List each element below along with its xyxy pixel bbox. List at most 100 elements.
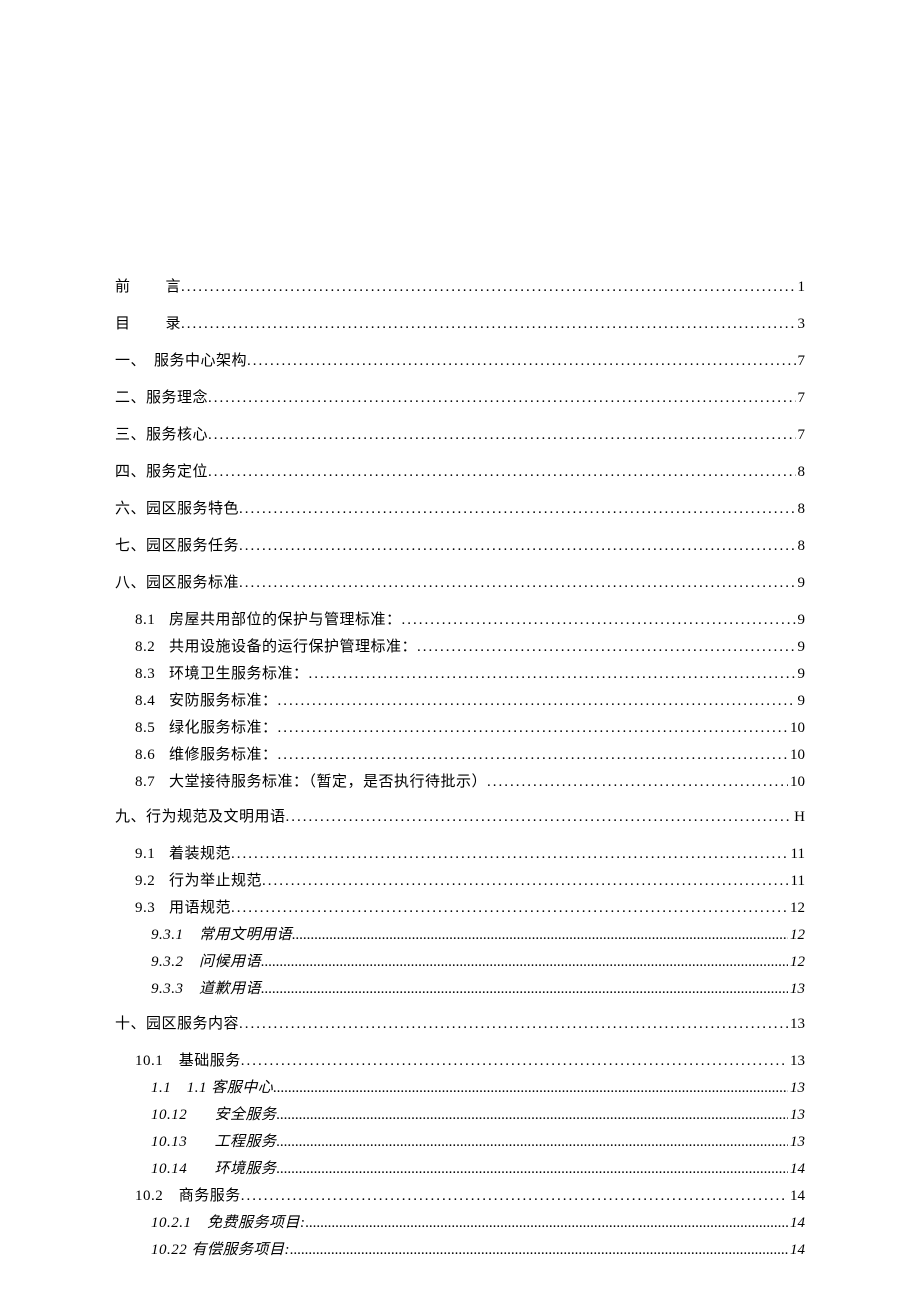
toc-entry-label: 十、园区服务内容 [115, 1012, 239, 1033]
toc-entry-page: 13 [788, 981, 805, 998]
toc-entry: 9.3用语规范 12 [115, 896, 805, 917]
toc-entry: 9.3.3道歉用语 13 [115, 977, 805, 998]
toc-leader-dots [277, 1161, 788, 1178]
toc-entry: 8.3环境卫生服务标准： 9 [115, 662, 805, 683]
toc-entry-label: 八、园区服务标准 [115, 571, 239, 592]
toc-entry-page: 9 [796, 612, 806, 629]
page: 前 言1目 录3一、 服务中心架构7二、服务理念 7三、服务核心 7四、服务定位… [0, 0, 920, 1301]
toc-entry-page: 9 [796, 666, 806, 683]
toc-entry-label: 9.3用语规范 [135, 896, 231, 917]
toc-entry: 10.2.1 免费服务项目: 14 [115, 1211, 805, 1232]
toc-entry-label: 8.3环境卫生服务标准： [135, 662, 309, 683]
toc-entry-page: 11 [789, 873, 805, 890]
toc-entry-page: 8 [796, 464, 806, 481]
toc-entry: 10.1 基础服务 13 [115, 1049, 805, 1070]
toc-entry-page: 8 [796, 501, 806, 518]
toc-entry-label: 一、 服务中心架构 [115, 349, 247, 370]
toc-entry-page: 10 [788, 720, 805, 737]
toc-entry: 七、园区服务任务 8 [115, 534, 805, 555]
toc-entry-label: 8.4安防服务标准： [135, 689, 278, 710]
toc-entry-label: 9.3.3道歉用语 [151, 977, 261, 998]
toc-entry: 六、园区服务特色 8 [115, 497, 805, 518]
toc-entry: 9.3.1常用文明用语 12 [115, 923, 805, 944]
toc-entry: 目 录3 [115, 312, 805, 333]
toc-entry-label: 目 录 [115, 312, 181, 333]
toc-entry: 前 言1 [115, 275, 805, 296]
toc-entry-page: 13 [788, 1107, 805, 1124]
toc-entry: 四、服务定位 8 [115, 460, 805, 481]
toc-entry-label: 三、服务核心 [115, 423, 208, 444]
toc-entry: 10.12 安全服务 13 [115, 1103, 805, 1124]
toc-entry: 二、服务理念 7 [115, 386, 805, 407]
toc-entry: 10.14 环境服务14 [115, 1157, 805, 1178]
toc-leader-dots [277, 1107, 788, 1124]
toc-entry-label: 9.3.1常用文明用语 [151, 923, 292, 944]
toc-entry-label: 8.1房屋共用部位的保护与管理标准： [135, 608, 402, 629]
toc-entry-label: 10.12 安全服务 [151, 1103, 277, 1124]
toc-entry-page: 8 [796, 538, 806, 555]
toc-entry-page: 9 [796, 575, 806, 592]
toc-entry-page: 14 [788, 1188, 805, 1205]
toc-entry-page: 7 [796, 390, 806, 407]
toc-entry-page: 10 [788, 774, 805, 791]
toc-leader-dots [247, 353, 795, 370]
toc-leader-dots [261, 954, 788, 971]
toc-leader-dots [239, 1016, 788, 1033]
toc-entry-label: 10.2.1 免费服务项目: [151, 1211, 306, 1232]
toc-entry-label: 8.6维修服务标准： [135, 743, 278, 764]
toc-entry-label: 七、园区服务任务 [115, 534, 239, 555]
toc-entry-page: 10 [788, 747, 805, 764]
toc-leader-dots [292, 927, 788, 944]
toc-entry-page: 7 [796, 353, 806, 370]
toc-entry: 三、服务核心 7 [115, 423, 805, 444]
toc-entry-page: 13 [788, 1080, 805, 1097]
toc-leader-dots [231, 900, 788, 917]
toc-entry-page: 1 [796, 279, 806, 296]
toc-entry-label: 9.2行为举止规范 [135, 869, 262, 890]
toc-entry-label: 8.2共用设施设备的运行保护管理标准： [135, 635, 417, 656]
toc-leader-dots [208, 427, 795, 444]
toc-entry-label: 10.13 工程服务 [151, 1130, 277, 1151]
toc-entry: 10.22 有偿服务项目: 14 [115, 1238, 805, 1259]
toc-entry-page: 12 [788, 900, 805, 917]
toc-entry: 8.1房屋共用部位的保护与管理标准： 9 [115, 608, 805, 629]
toc-entry: 8.4安防服务标准： 9 [115, 689, 805, 710]
toc-entry-label: 六、园区服务特色 [115, 497, 239, 518]
toc-entry-page: 11 [789, 846, 805, 863]
toc-entry: 8.6维修服务标准： 10 [115, 743, 805, 764]
toc-entry-page: 12 [788, 954, 805, 971]
toc-entry-page: H [792, 809, 805, 826]
toc-entry: 八、园区服务标准 9 [115, 571, 805, 592]
toc-leader-dots [239, 538, 795, 555]
toc-entry-label: 9.1着装规范 [135, 842, 231, 863]
toc-leader-dots [417, 639, 795, 656]
toc-leader-dots [261, 981, 788, 998]
toc-entry-label: 10.1 基础服务 [135, 1049, 241, 1070]
toc-entry: 1.1 1.1 客服中心 13 [115, 1076, 805, 1097]
toc-leader-dots [208, 390, 795, 407]
toc-entry-label: 四、服务定位 [115, 460, 208, 481]
toc-leader-dots [286, 809, 793, 826]
toc-leader-dots [278, 693, 796, 710]
toc-leader-dots [262, 873, 789, 890]
toc-leader-dots [208, 464, 795, 481]
toc-entry-label: 1.1 1.1 客服中心 [151, 1076, 273, 1097]
toc-entry-page: 12 [788, 927, 805, 944]
toc-entry-label: 10.2 商务服务 [135, 1184, 241, 1205]
toc-entry: 一、 服务中心架构 7 [115, 349, 805, 370]
toc-entry: 9.1着装规范 11 [115, 842, 805, 863]
toc-leader-dots [306, 1215, 789, 1232]
toc-leader-dots [231, 846, 789, 863]
toc-leader-dots [487, 774, 788, 791]
toc-leader-dots [241, 1188, 788, 1205]
toc-entry: 十、园区服务内容 13 [115, 1012, 805, 1033]
toc-leader-dots [290, 1242, 788, 1259]
table-of-contents: 前 言1目 录3一、 服务中心架构7二、服务理念 7三、服务核心 7四、服务定位… [115, 275, 805, 1259]
toc-leader-dots [277, 1134, 788, 1151]
toc-entry-label: 9.3.2问候用语 [151, 950, 261, 971]
toc-entry: 10.13 工程服务13 [115, 1130, 805, 1151]
toc-leader-dots [181, 316, 795, 333]
toc-leader-dots [239, 575, 795, 592]
toc-entry: 8.2共用设施设备的运行保护管理标准： 9 [115, 635, 805, 656]
toc-leader-dots [278, 720, 788, 737]
